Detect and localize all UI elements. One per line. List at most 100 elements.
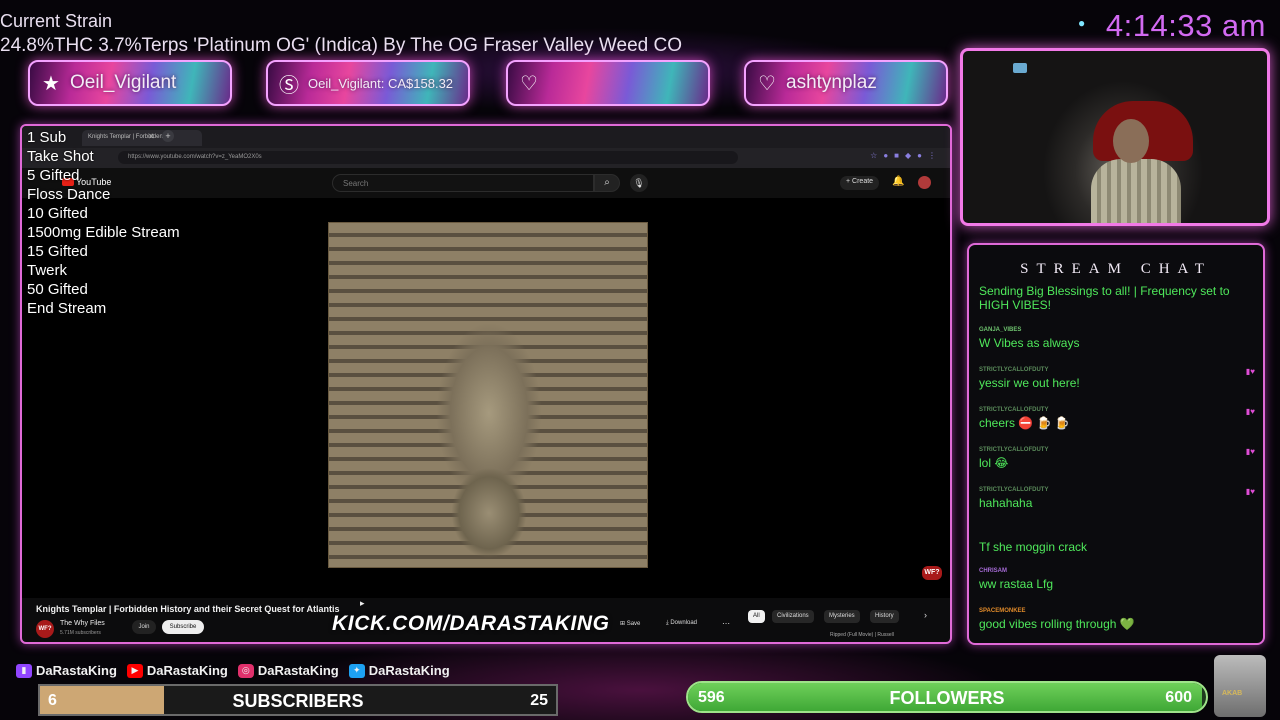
goal-item: End Stream (27, 300, 107, 317)
heart-icon: ♡ (520, 72, 538, 95)
social-handle: DaRastaKing (368, 663, 450, 678)
social-twitter: ✦ DaRastaKing (348, 663, 450, 678)
strain-title: Current Strain (0, 11, 113, 31)
social-instagram: ◎ DaRastaKing (237, 663, 339, 678)
chat-message: STRICTLYCALLOFDUTY cheers ⛔ 🍺 🍺 ▮♥ (979, 407, 1261, 430)
alert-banner-sub: ♡ ashtynplaz (744, 60, 948, 106)
chat-message-text: yessir we out here! (979, 376, 1080, 390)
subscriber-goal: 25 (530, 692, 548, 709)
channel-avatar[interactable]: WF? (36, 620, 54, 638)
chip-all[interactable]: All (748, 610, 765, 623)
lamp (1013, 63, 1027, 73)
search-input[interactable]: Search (332, 174, 594, 192)
cup-icon (1214, 655, 1266, 717)
chat-message-text: Tf she moggin crack (979, 540, 1088, 554)
alert-banner-heart: ♡ (506, 60, 710, 106)
chat-message-text: cheers ⛔ 🍺 🍺 (979, 416, 1070, 430)
url-input[interactable]: https://www.youtube.com/watch?v=z_YeaMO2… (118, 151, 738, 164)
banner-text: Oeil_Vigilant (70, 72, 177, 93)
download-button[interactable]: ⤓ Download (666, 620, 697, 627)
strain-description: 24.8%THC 3.7%Terps 'Platinum OG' (Indica… (0, 35, 682, 56)
streamer-body (1091, 159, 1181, 223)
channel-name[interactable]: The Why Files (60, 620, 105, 627)
goal-item: 50 Gifted (27, 281, 88, 298)
extension-icons[interactable]: ☆●■◆●⋮ (870, 151, 942, 160)
banner-text: Oeil_Vigilant: CA$158.32 (308, 75, 454, 91)
chat-username: STRICTLYCALLOFDUTY (979, 367, 1049, 373)
sparkle-icon: ● (1078, 16, 1086, 30)
channel-watermark: WF? (922, 566, 942, 580)
avatar[interactable] (918, 176, 931, 189)
chip-mysteries[interactable]: Mysteries (824, 610, 860, 623)
streamer-head (1113, 119, 1149, 163)
cup-label: AKAB (1222, 690, 1243, 697)
chat-username: STRICTLYCALLOFDUTY (979, 407, 1049, 413)
bell-icon[interactable]: 🔔 (892, 176, 904, 187)
chat-message-text: ww rastaa Lfg (979, 577, 1054, 591)
kick-url-overlay: KICK.COM/DARASTAKING (332, 612, 610, 635)
twitch-icon: ▮ (16, 663, 32, 678)
alert-banner-follow: ★ Oeil_Vigilant (28, 60, 232, 106)
video-frame-stone-carving (328, 222, 648, 568)
follower-label: FOLLOWERS (889, 688, 1005, 708)
chat-username: GANJA_VIBES (979, 327, 1022, 333)
star-icon: ★ (42, 72, 60, 95)
chat-message: SPACEMONKEE good vibes rolling through 💚 (979, 608, 1261, 631)
social-twitch: ▮ DaRastaKing (16, 663, 117, 678)
badge-icon: ▮♥ (1245, 407, 1255, 416)
chat-message: Sending Big Blessings to all! | Frequenc… (979, 281, 1261, 312)
channel-subscriber-count: 5.71M subscribers (60, 630, 101, 636)
chat-username: STRICTLYCALLOFDUTY (979, 447, 1049, 453)
video-title: Knights Templar | Forbidden History and … (36, 604, 340, 614)
chat-message: STRICTLYCALLOFDUTY hahahaha ▮♥ (979, 487, 1261, 510)
chat-title: STREAM CHAT (1020, 261, 1212, 277)
goal-item: 15 Gifted (27, 243, 88, 260)
chevron-right-icon[interactable]: › (924, 610, 927, 620)
chat-message: GANJA_VIBES W Vibes as always (979, 327, 1261, 350)
goal-item: Floss Dance (27, 186, 111, 203)
subscriber-count: 6 (48, 692, 57, 709)
stream-chat: STREAM CHAT Sending Big Blessings to all… (967, 243, 1265, 645)
create-label: Create (852, 178, 874, 185)
badge-icon: ▮♥ (1245, 447, 1255, 456)
download-label: Download (670, 620, 698, 626)
follower-goal: 600 (1165, 689, 1192, 706)
chat-message-text: W Vibes as always (979, 336, 1080, 350)
dollar-icon: Ⓢ (279, 74, 299, 97)
chat-username: SPACEMONKEE (979, 608, 1026, 614)
create-button[interactable]: + Create (840, 176, 880, 190)
chat-username: CHRISAM (979, 568, 1007, 574)
follower-goal-bar: FOLLOWERS 596 600 (686, 681, 1208, 713)
youtube-icon: ▶ (126, 663, 143, 678)
goal-item: 10 Gifted (27, 205, 88, 222)
heart-icon: ♡ (758, 72, 776, 95)
goal-item: 1 Sub (27, 129, 67, 146)
chat-message: CHRISAM ww rastaa Lfg (979, 568, 1261, 591)
badge-icon: ▮♥ (1245, 367, 1255, 376)
chat-message-text: Sending Big Blessings to all! | Frequenc… (979, 284, 1230, 312)
alert-banner-tip: Ⓢ Oeil_Vigilant: CA$158.32 (266, 60, 470, 106)
webcam-feed (960, 48, 1270, 226)
save-button[interactable]: ⊞ Save (620, 620, 640, 627)
chip-history[interactable]: History (870, 610, 899, 623)
chip-civilizations[interactable]: Civilizations (772, 610, 814, 623)
banner-text: ashtynplaz (786, 72, 877, 93)
chat-message: Tf she moggin crack (979, 537, 1261, 554)
chat-username: STRICTLYCALLOFDUTY (979, 487, 1049, 493)
subscriber-label: SUBSCRIBERS (232, 691, 364, 711)
social-links: ▮ DaRastaKing ▶ DaRastaKing ◎ DaRastaKin… (16, 663, 450, 678)
related-video-title[interactable]: Ripped (Full Movie) | Russell (830, 632, 894, 638)
join-button[interactable]: Join (132, 620, 156, 634)
chat-message-text: good vibes rolling through 💚 (979, 617, 1135, 631)
subscribe-button[interactable]: Subscribe (162, 620, 204, 634)
goal-list: 1 Sub Take Shot 5 Gifted Floss Dance 10 … (27, 128, 180, 318)
instagram-icon: ◎ (237, 663, 254, 678)
goal-item: Twerk (27, 262, 68, 279)
social-handle: DaRastaKing (146, 663, 228, 678)
social-handle: DaRastaKing (36, 663, 117, 678)
microphone-icon[interactable]: 🎙 (630, 174, 648, 192)
chat-message: STRICTLYCALLOFDUTY lol 😂 ▮♥ (979, 447, 1261, 470)
search-icon[interactable]: ⌕ (594, 174, 620, 192)
social-handle: DaRastaKing (257, 663, 339, 678)
more-options-icon[interactable]: ⋯ (722, 619, 730, 628)
